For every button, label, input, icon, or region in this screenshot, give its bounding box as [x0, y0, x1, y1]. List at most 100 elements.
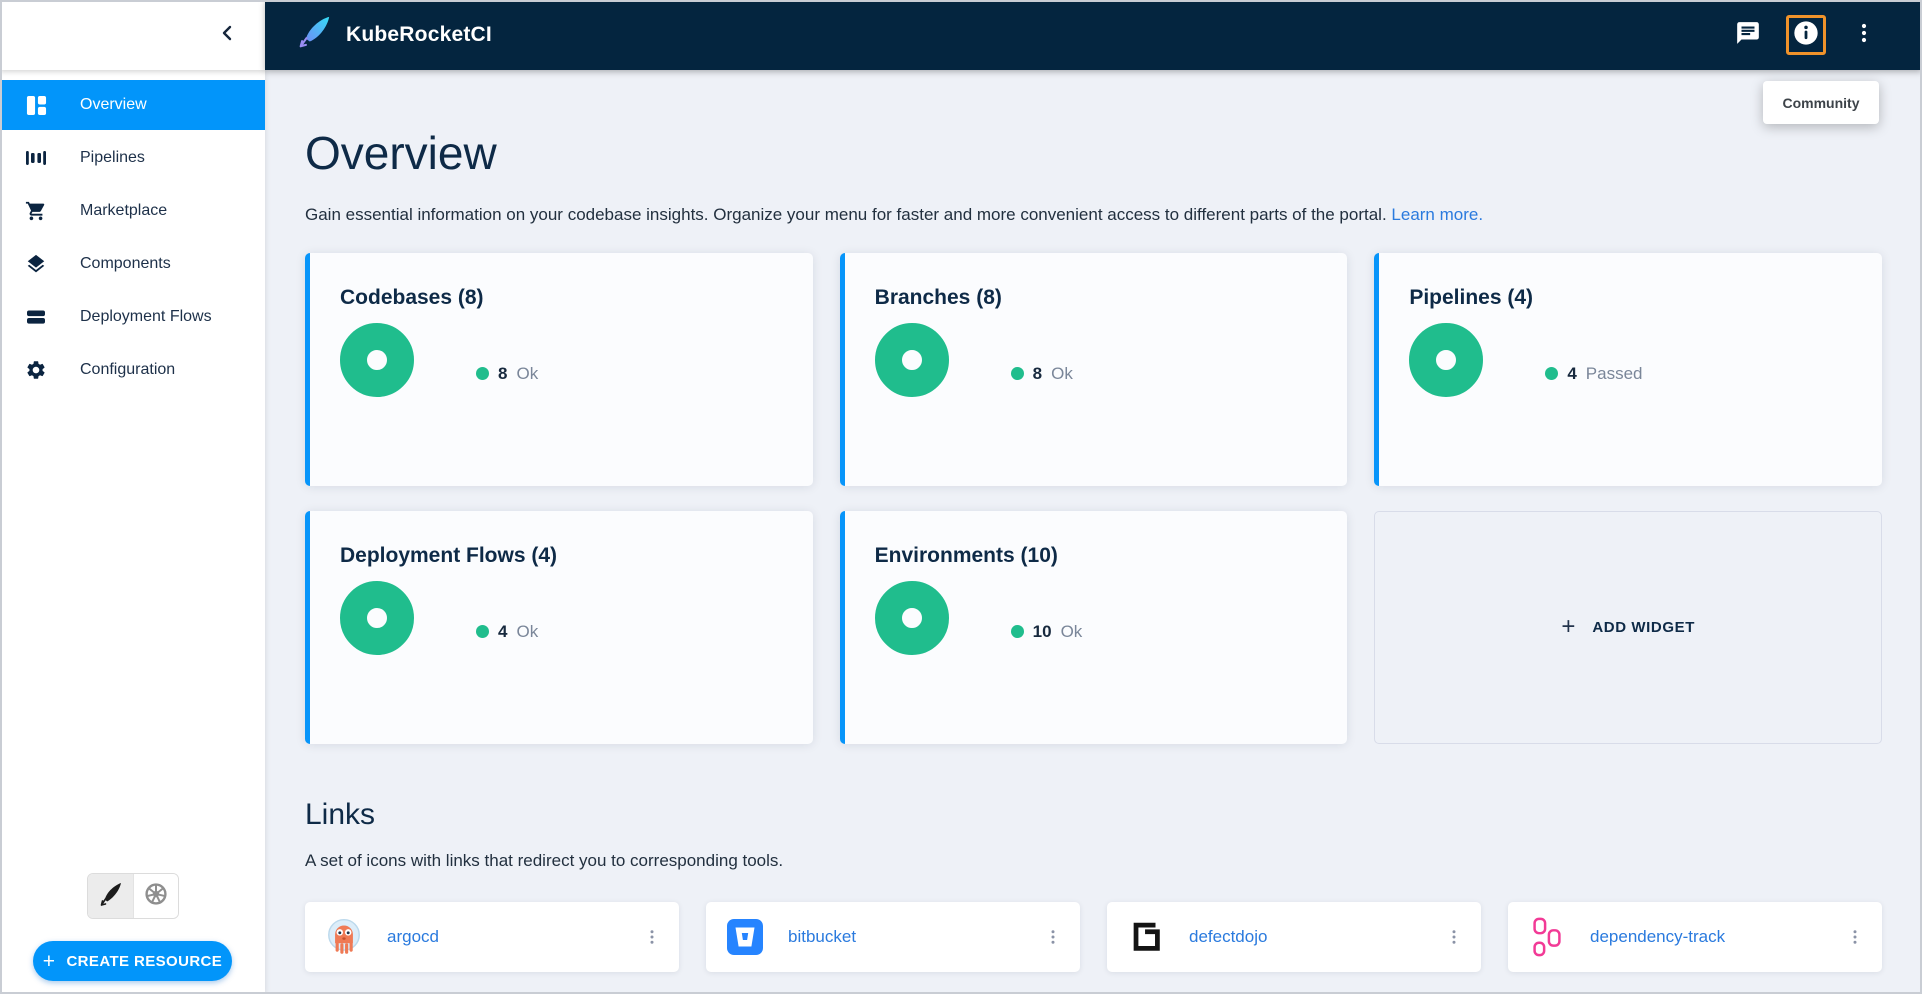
- widget-body: 4 Ok: [340, 581, 813, 655]
- add-widget-label: ADD WIDGET: [1592, 619, 1695, 636]
- argocd-kebab-menu[interactable]: [637, 917, 667, 957]
- deployment-flows-donut-chart: [340, 581, 414, 655]
- widget-title: Branches (8): [875, 286, 1348, 310]
- sidebar-item-deployment-flows[interactable]: Deployment Flows: [0, 292, 265, 342]
- community-tooltip: Community: [1763, 81, 1879, 124]
- legend-dot: [476, 625, 489, 638]
- info-button[interactable]: [1786, 15, 1826, 55]
- brand: KubeRocketCI: [295, 14, 492, 57]
- dependency-track-link[interactable]: dependency-track: [1590, 927, 1840, 947]
- pipelines-donut-chart: [1409, 323, 1483, 397]
- sidebar-collapse-button[interactable]: [0, 0, 265, 70]
- pipelines-icon: [25, 147, 47, 169]
- sidebar-bottom: + CREATE RESOURCE: [0, 873, 265, 981]
- sidebar-item-label: Deployment Flows: [80, 308, 212, 326]
- chart-legend: 10 Ok: [1011, 622, 1083, 642]
- portal-view-toggle-button[interactable]: [88, 874, 133, 918]
- defectdojo-icon: [1125, 916, 1167, 958]
- tooltip-text: Community: [1783, 95, 1860, 111]
- chevron-left-icon: [220, 25, 234, 46]
- widget-branches: Branches (8) 8 Ok: [840, 253, 1348, 486]
- link-card-dependency-track: dependency-track: [1508, 902, 1882, 972]
- widget-title: Pipelines (4): [1409, 286, 1882, 310]
- sidebar-item-overview[interactable]: Overview: [0, 80, 265, 130]
- create-resource-label: CREATE RESOURCE: [66, 953, 222, 970]
- widget-codebases: Codebases (8) 8 Ok: [305, 253, 813, 486]
- legend-dot: [1011, 367, 1024, 380]
- sidebar-item-pipelines[interactable]: Pipelines: [0, 133, 265, 183]
- widget-environments: Environments (10) 10 Ok: [840, 511, 1348, 744]
- branches-donut-chart: [875, 323, 949, 397]
- bitbucket-kebab-menu[interactable]: [1038, 917, 1068, 957]
- links-grid: argocd bitbucket defectdojo: [305, 902, 1882, 972]
- kebab-menu-icon: [1852, 21, 1876, 50]
- legend-label: Passed: [1586, 364, 1643, 384]
- bitbucket-link[interactable]: bitbucket: [788, 927, 1038, 947]
- sidebar-item-label: Pipelines: [80, 149, 145, 167]
- widget-body: 10 Ok: [875, 581, 1348, 655]
- dashboard-icon: [25, 94, 47, 116]
- create-resource-button[interactable]: + CREATE RESOURCE: [33, 941, 232, 981]
- widget-title: Deployment Flows (4): [340, 544, 813, 568]
- sidebar-item-label: Configuration: [80, 361, 175, 379]
- widget-deployment-flows: Deployment Flows (4) 4 Ok: [305, 511, 813, 744]
- chart-legend: 8 Ok: [476, 364, 538, 384]
- legend-dot: [476, 367, 489, 380]
- defectdojo-kebab-menu[interactable]: [1439, 917, 1469, 957]
- view-toggle: [87, 873, 179, 919]
- legend-value: 4: [498, 622, 507, 642]
- codebases-donut-chart: [340, 323, 414, 397]
- kuberocketci-feather-icon: [98, 881, 124, 912]
- legend-value: 8: [498, 364, 507, 384]
- dependency-track-icon: [1526, 916, 1568, 958]
- sidebar-item-label: Overview: [80, 96, 147, 114]
- page-description: Gain essential information on your codeb…: [305, 205, 1882, 225]
- main-content: Overview Gain essential information on y…: [265, 70, 1922, 994]
- layers-icon: [25, 253, 47, 275]
- sidebar-nav: Overview Pipelines Marketplace Component…: [0, 80, 265, 395]
- links-section-description: A set of icons with links that redirect …: [305, 851, 1882, 871]
- argocd-link[interactable]: argocd: [387, 927, 637, 947]
- legend-label: Ok: [516, 364, 538, 384]
- topbar-actions: [1728, 15, 1884, 55]
- chart-legend: 8 Ok: [1011, 364, 1073, 384]
- sidebar: Overview Pipelines Marketplace Component…: [0, 0, 265, 994]
- more-menu-button[interactable]: [1844, 15, 1884, 55]
- kubernetes-view-toggle-button[interactable]: [133, 874, 178, 918]
- kuberocketci-logo: [295, 14, 333, 57]
- environments-donut-chart: [875, 581, 949, 655]
- defectdojo-link[interactable]: defectdojo: [1189, 927, 1439, 947]
- plus-icon: +: [1561, 613, 1575, 641]
- chart-legend: 4 Passed: [1545, 364, 1642, 384]
- sidebar-item-components[interactable]: Components: [0, 239, 265, 289]
- sidebar-item-label: Marketplace: [80, 202, 167, 220]
- widget-pipelines: Pipelines (4) 4 Passed: [1374, 253, 1882, 486]
- link-card-defectdojo: defectdojo: [1107, 902, 1481, 972]
- page-title: Overview: [305, 127, 1882, 180]
- links-section-title: Links: [305, 798, 1882, 832]
- legend-value: 8: [1033, 364, 1042, 384]
- legend-label: Ok: [1061, 622, 1083, 642]
- topbar: KubeRocketCI: [265, 0, 1922, 70]
- sidebar-item-configuration[interactable]: Configuration: [0, 345, 265, 395]
- learn-more-link[interactable]: Learn more.: [1391, 205, 1483, 224]
- bitbucket-icon: [724, 916, 766, 958]
- widget-title: Codebases (8): [340, 286, 813, 310]
- legend-dot: [1011, 625, 1024, 638]
- legend-dot: [1545, 367, 1558, 380]
- sidebar-item-marketplace[interactable]: Marketplace: [0, 186, 265, 236]
- legend-label: Ok: [516, 622, 538, 642]
- link-card-argocd: argocd: [305, 902, 679, 972]
- widgets-grid: Codebases (8) 8 Ok Branches (8) 8 Ok: [305, 253, 1882, 744]
- widget-body: 8 Ok: [875, 323, 1348, 397]
- chart-legend: 4 Ok: [476, 622, 538, 642]
- cart-icon: [25, 200, 47, 222]
- link-card-bitbucket: bitbucket: [706, 902, 1080, 972]
- brand-name: KubeRocketCI: [346, 23, 492, 47]
- sidebar-item-label: Components: [80, 255, 171, 273]
- add-widget-button[interactable]: + ADD WIDGET: [1374, 511, 1882, 744]
- dependency-track-kebab-menu[interactable]: [1840, 917, 1870, 957]
- chat-icon: [1735, 20, 1761, 51]
- chat-button[interactable]: [1728, 15, 1768, 55]
- legend-value: 4: [1567, 364, 1576, 384]
